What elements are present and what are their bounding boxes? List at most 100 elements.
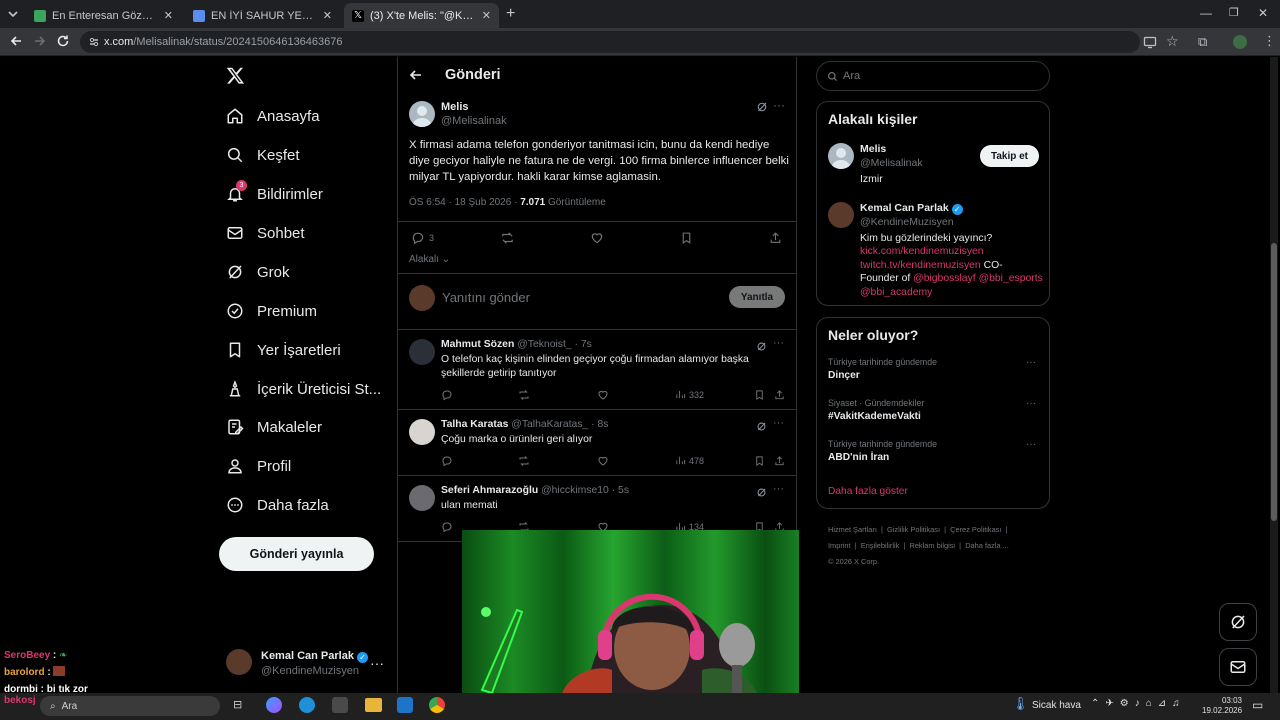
like-icon[interactable] <box>590 231 604 245</box>
tab-close-icon[interactable]: ✕ <box>323 9 332 22</box>
footer-link[interactable]: Erişilebilirlik <box>861 541 900 550</box>
bio-link[interactable]: kick.com/kendinemuzisyen <box>860 245 1045 258</box>
reply-more-icon[interactable]: ··· <box>773 417 784 429</box>
tab-list-chevron-icon[interactable] <box>6 7 20 21</box>
taskbar-search[interactable]: ⌕ Ara <box>40 696 220 716</box>
follow-button[interactable]: Takip et <box>980 145 1039 167</box>
views-stat[interactable]: 478 <box>675 455 704 466</box>
outlook-icon[interactable] <box>397 697 413 713</box>
forward-arrow-icon[interactable] <box>33 34 47 48</box>
footer-link[interactable]: Gizlilik Politikası <box>887 525 940 534</box>
repost-icon[interactable] <box>518 455 530 467</box>
scrollbar[interactable] <box>1270 57 1278 693</box>
nav-item-home[interactable]: Anasayfa <box>226 101 320 131</box>
grok-fab[interactable] <box>1219 603 1257 641</box>
post-more-icon[interactable]: ··· <box>773 98 785 112</box>
trend-more-icon[interactable]: ··· <box>1026 357 1036 368</box>
extensions-icon[interactable]: ⧉ <box>1198 34 1207 50</box>
reply-handle[interactable]: @hicckimse10 · 5s <box>541 485 629 496</box>
window-close-icon[interactable]: ✕ <box>1258 6 1268 20</box>
scrollbar-thumb[interactable] <box>1271 243 1277 521</box>
nav-item-grok[interactable]: Grok <box>226 257 290 287</box>
browser-tab[interactable]: En Enteresan Gözüken Hayvan ✕ <box>26 3 181 28</box>
bookmark-icon[interactable] <box>680 231 693 245</box>
nav-item-notifications[interactable]: Bildirimler 3 <box>226 179 323 209</box>
edge-icon[interactable] <box>299 697 315 713</box>
person-avatar[interactable] <box>828 143 854 169</box>
share-icon[interactable] <box>774 455 785 467</box>
back-arrow-icon[interactable] <box>9 34 23 48</box>
repost-icon[interactable] <box>500 231 515 245</box>
person-handle[interactable]: @KendineMuzisyen <box>860 216 954 228</box>
reply-handle[interactable]: @Teknoist_ · 7s <box>517 339 592 350</box>
notification-center-icon[interactable]: ▭ <box>1252 698 1263 712</box>
browser-tab-active[interactable]: 𝕏 (3) X'te Melis: "@KendineMuzi ✕ <box>344 3 499 28</box>
site-info-icon[interactable] <box>88 36 100 48</box>
reply-handle[interactable]: @TalhaKaratas_ · 8s <box>511 419 608 430</box>
views-stat[interactable]: 332 <box>675 389 704 400</box>
like-icon[interactable] <box>597 455 609 467</box>
person-name[interactable]: Kemal Can Parlak ✓ <box>860 202 963 215</box>
related-filter[interactable]: Alakalı ⌄ <box>409 254 450 265</box>
url-field[interactable]: x.com/Melisalinak/status/202415064613646… <box>80 31 1140 53</box>
chrome-icon[interactable] <box>429 697 445 713</box>
file-explorer-icon[interactable] <box>365 698 382 712</box>
tab-close-icon[interactable]: ✕ <box>164 9 173 22</box>
repost-icon[interactable] <box>518 389 530 401</box>
trend-item[interactable]: Türkiye tarihinde gündemde ABD'nin İran … <box>817 436 1049 476</box>
bio-link[interactable]: twitch.tv/kendinemuzisyen <box>860 260 981 271</box>
reply-author[interactable]: Seferi Ahmarazoğlu <box>441 485 538 496</box>
nav-item-creator-studio[interactable]: İçerik Üreticisi St... <box>226 374 381 404</box>
grok-icon[interactable] <box>756 341 767 352</box>
trend-item[interactable]: Türkiye tarihinde gündemde Dinçer ··· <box>817 354 1049 394</box>
copilot-icon[interactable] <box>266 697 282 713</box>
nav-item-profile[interactable]: Profil <box>226 451 291 481</box>
nav-item-bookmarks[interactable]: Yer İşaretleri <box>226 335 341 365</box>
share-icon[interactable] <box>769 231 782 245</box>
reply-more-icon[interactable]: ··· <box>773 337 784 349</box>
trend-more-icon[interactable]: ··· <box>1026 398 1036 409</box>
author-handle[interactable]: @Melisalinak <box>441 115 507 127</box>
share-icon[interactable] <box>774 389 785 401</box>
reply-item[interactable]: Talha Karatas @TalhaKaratas_ · 8s Çoğu m… <box>398 409 796 475</box>
person-handle[interactable]: @Melisalinak <box>860 157 923 169</box>
person-name[interactable]: Melis <box>860 143 886 155</box>
reply-input[interactable]: Yanıtını gönder <box>442 290 530 305</box>
search-bar[interactable]: Ara <box>816 61 1050 91</box>
author-avatar[interactable] <box>409 101 435 127</box>
account-menu-icon[interactable]: ··· <box>370 655 384 671</box>
reload-icon[interactable] <box>56 34 70 48</box>
browser-menu-icon[interactable]: ⋮ <box>1263 33 1276 49</box>
reply-icon[interactable] <box>441 521 453 533</box>
new-tab-icon[interactable]: + <box>506 5 515 23</box>
show-more-link[interactable]: Daha fazla göster <box>828 486 908 497</box>
bio-mention[interactable]: @bigbosslayf <box>913 273 976 284</box>
footer-link[interactable]: Reklam bilgisi <box>909 541 955 550</box>
task-view-icon[interactable]: ⊟ <box>233 698 242 711</box>
reply-avatar[interactable] <box>409 339 435 365</box>
reply-icon[interactable] <box>441 389 453 401</box>
reply-avatar[interactable] <box>409 485 435 511</box>
tab-close-icon[interactable]: ✕ <box>482 9 491 22</box>
trend-more-icon[interactable]: ··· <box>1026 439 1036 450</box>
weather-text[interactable]: Sicak hava <box>1032 700 1081 711</box>
minimize-icon[interactable]: — <box>1200 6 1212 20</box>
search-input[interactable]: Ara <box>843 70 860 82</box>
reply-item[interactable]: Mahmut Sözen @Teknoist_ · 7s O telefon k… <box>398 329 796 409</box>
post-button[interactable]: Gönderi yayınla <box>219 537 374 571</box>
back-icon[interactable] <box>409 68 423 82</box>
reply-button[interactable]: Yanıtla <box>729 286 785 308</box>
grok-icon[interactable] <box>756 421 767 432</box>
clock[interactable]: 03:03 19.02.2026 <box>1202 696 1242 716</box>
post-time[interactable]: ÖS 6:54 · 18 Şub 2026 · <box>409 197 520 208</box>
footer-link[interactable]: Çerez Politikası <box>950 525 1001 534</box>
bookmark-star-icon[interactable]: ☆ <box>1166 33 1179 50</box>
nav-item-articles[interactable]: Makaleler <box>226 412 322 442</box>
grok-icon[interactable] <box>756 101 768 113</box>
profile-avatar-icon[interactable] <box>1233 35 1247 49</box>
nav-item-more[interactable]: Daha fazla <box>226 490 329 520</box>
footer-link[interactable]: Hizmet Şartları <box>828 525 877 534</box>
bookmark-icon[interactable] <box>754 389 765 401</box>
reply-avatar[interactable] <box>409 419 435 445</box>
bio-mention[interactable]: @bbi_esports <box>979 273 1043 284</box>
